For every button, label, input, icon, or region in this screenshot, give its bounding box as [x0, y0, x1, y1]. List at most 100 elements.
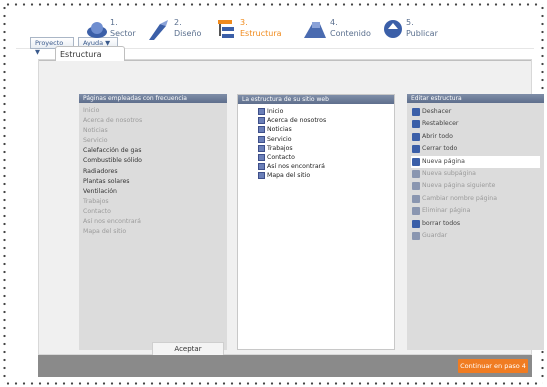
structure-page-label: Servicio [267, 135, 292, 143]
structure-icon [218, 20, 234, 38]
wizard-toolbar: Proyecto ▼ Ayuda ▼ 1. Sector 2. Diseño 3… [16, 12, 534, 56]
structure-page-item[interactable]: Así nos encontrará [258, 162, 394, 171]
frequent-pages-list: Inicio Acerca de nosotros Noticias Servicio… [79, 103, 227, 237]
site-structure-tree: Inicio Acerca de nosotros Noticias Servicio… [238, 104, 394, 181]
frequent-page-item[interactable]: Trabajos [83, 197, 227, 207]
structure-page-label: Inicio [267, 108, 284, 115]
dotted-border-bottom [4, 382, 543, 385]
structure-page-item[interactable]: Noticias [258, 125, 394, 134]
step-number: 2. [174, 18, 182, 27]
step-number: 4. [330, 18, 338, 27]
edit-action-abrir-todo[interactable]: Abrir todo [411, 131, 544, 143]
publish-icon [384, 20, 402, 38]
step-number: 1. [110, 18, 118, 27]
structure-page-item[interactable]: Servicio [258, 135, 394, 144]
rename-icon [412, 194, 420, 203]
structure-page-label: Mapa del sitio [267, 172, 311, 180]
edit-action-cerrar-todo[interactable]: Cerrar todo [411, 143, 544, 155]
page-icon [258, 108, 265, 115]
edit-action-label: Guardar [422, 232, 448, 240]
step-diseno[interactable]: 2. Diseño [146, 18, 216, 44]
edit-action-cambiar-nombre-página[interactable]: Cambiar nombre página [411, 193, 544, 205]
frequent-page-item[interactable]: Así nos encontrará [83, 217, 227, 227]
edit-action-nueva-subpágina[interactable]: Nueva subpágina [411, 168, 544, 180]
site-structure-header: La estructura de su sitio web [238, 95, 394, 104]
edit-actions-list: Deshacer Restablecer Abrir todo Cerrar todo… [407, 103, 544, 242]
edit-action-label: Deshacer [422, 108, 452, 115]
edit-action-label: Cerrar todo [422, 145, 458, 153]
edit-action-borrar-todos[interactable]: borrar todos [411, 218, 544, 230]
page-icon [258, 163, 265, 171]
step-number: 3. [240, 18, 248, 27]
step-publicar[interactable]: 5. Publicar [382, 18, 462, 44]
frequent-page-item[interactable]: Plantas solares [83, 177, 227, 187]
website-builder-app: Proyecto ▼ Ayuda ▼ 1. Sector 2. Diseño 3… [16, 12, 544, 382]
frequent-page-item[interactable]: Combustible sólido [83, 156, 227, 166]
edit-action-label: Abrir todo [422, 132, 453, 140]
edit-structure-header: Editar estructura [407, 94, 544, 103]
edit-action-restablecer[interactable]: Restablecer [411, 118, 544, 130]
world-icon [87, 22, 107, 38]
frequent-page-item[interactable]: Contacto [83, 207, 227, 217]
structure-page-label: Trabajos [267, 144, 293, 152]
page-icon [258, 126, 265, 134]
delete-icon [412, 207, 420, 216]
step-label: Publicar [406, 29, 438, 38]
frequent-page-item[interactable]: Mapa del sitio [83, 227, 227, 237]
structure-page-item[interactable]: Acerca de nosotros [258, 116, 394, 125]
frequent-page-item[interactable]: Calefacción de gas [83, 146, 227, 156]
edit-action-label: Nueva página siguiente [422, 182, 496, 190]
edit-action-eliminar-página[interactable]: Eliminar página [411, 205, 544, 217]
edit-action-deshacer[interactable]: Deshacer [411, 106, 544, 118]
edit-structure-panel: Editar estructura Deshacer Restablecer Abr… [407, 94, 544, 350]
edit-action-label: Restablecer [422, 120, 459, 128]
continue-step-4-button[interactable]: Continuar en paso 4 [458, 359, 528, 373]
step-contenido[interactable]: 4. Contenido [302, 18, 382, 44]
wizard-footer: Continuar en paso 4 [38, 355, 532, 377]
edit-action-guardar[interactable]: Guardar [411, 230, 544, 242]
frequent-page-item[interactable]: Ventilación [83, 187, 227, 197]
step-number: 5. [406, 18, 414, 27]
undo-icon [412, 108, 420, 116]
new-subpage-icon [412, 170, 420, 179]
site-structure-panel: La estructura de su sitio web Inicio Acer… [237, 94, 395, 350]
structure-page-label: Contacto [267, 154, 295, 162]
frequent-page-item[interactable]: Noticias [83, 126, 227, 136]
structure-page-item[interactable]: Mapa del sitio [258, 171, 394, 180]
edit-action-label: Cambiar nombre página [422, 194, 498, 202]
frequent-page-item[interactable]: Inicio [83, 106, 227, 116]
frequent-page-item[interactable]: Acerca de nosotros [83, 116, 227, 126]
frequent-page-item[interactable]: Radiadores [83, 167, 227, 177]
structure-page-item[interactable]: Trabajos [258, 144, 394, 153]
page-icon [258, 117, 265, 125]
new-page-icon [412, 157, 420, 166]
frequent-page-item[interactable]: Servicio [83, 136, 227, 146]
page-icon [258, 154, 265, 162]
save-icon [412, 232, 420, 241]
structure-page-item[interactable]: Contacto [258, 153, 394, 162]
tab-estructura[interactable]: Estructura [55, 46, 125, 61]
step-label: Sector [110, 29, 136, 38]
edit-action-label: Nueva página [422, 157, 465, 165]
step-label: Diseño [174, 29, 202, 38]
step-estructura[interactable]: 3. Estructura [216, 18, 296, 44]
step-label: Estructura [240, 29, 282, 38]
dotted-border-top [4, 3, 543, 6]
page-icon [258, 172, 265, 180]
page-icon [258, 144, 265, 152]
content-icon [304, 22, 326, 38]
step-label: Contenido [330, 29, 371, 38]
edit-action-nueva-página-siguiente[interactable]: Nueva página siguiente [411, 180, 544, 192]
reset-icon [412, 120, 420, 129]
expand-icon [412, 132, 420, 141]
edit-action-label: Eliminar página [422, 207, 471, 215]
new-next-page-icon [412, 182, 420, 191]
edit-action-label: borrar todos [422, 219, 461, 227]
accept-button[interactable]: Aceptar [152, 342, 224, 356]
edit-action-label: Nueva subpágina [422, 170, 476, 178]
structure-page-label: Así nos encontrará [267, 163, 325, 171]
page-icon [258, 135, 265, 143]
edit-action-nueva-página[interactable]: Nueva página [411, 155, 540, 169]
structure-page-item[interactable]: Inicio [258, 107, 394, 116]
frequent-pages-panel: Páginas empleadas con frecuencia Inicio A… [79, 94, 227, 350]
